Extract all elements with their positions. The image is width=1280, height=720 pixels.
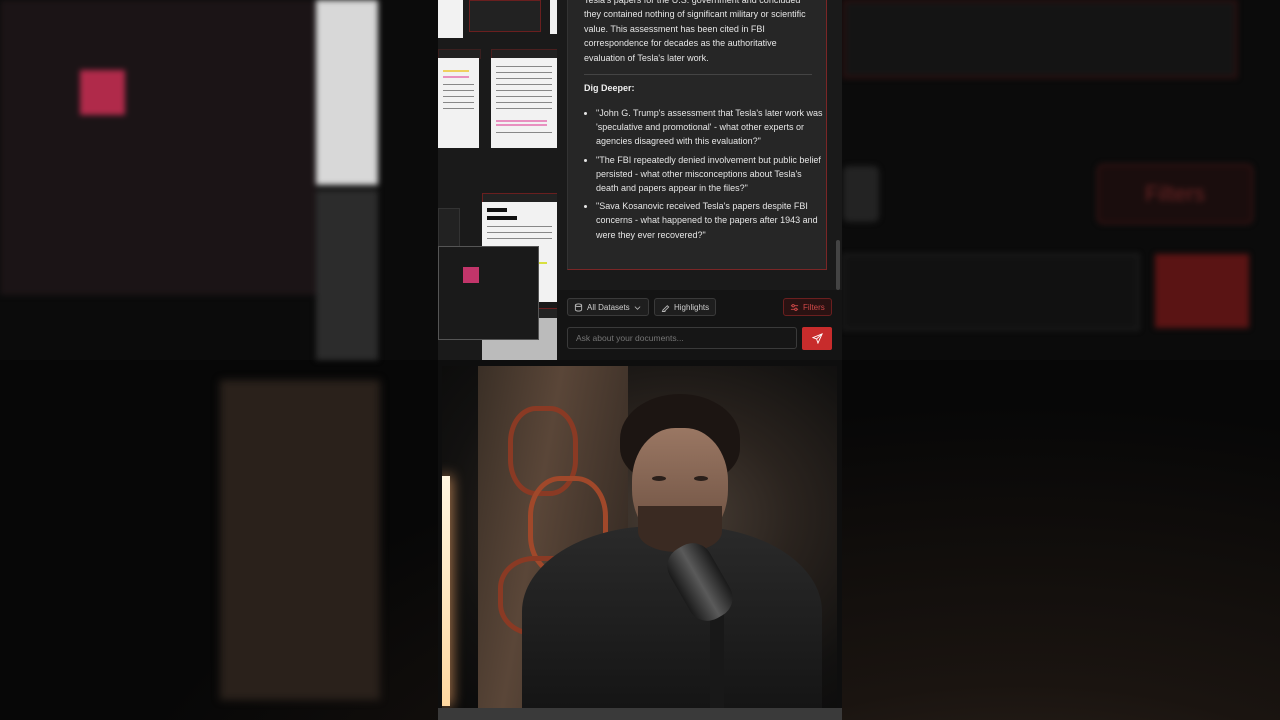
dig-deeper-list: "John G. Trump's assessment that Tesla's… [584,106,826,246]
datasets-label: All Datasets [587,302,630,312]
document-thumbnail[interactable] [438,208,460,250]
document-thumbnail[interactable] [438,58,479,148]
chat-input[interactable] [567,327,797,349]
document-thumbnail[interactable] [491,58,557,148]
background-send-button [1155,254,1249,328]
chat-toolbar: All Datasets Highlights Filters [557,290,842,360]
background-document-page [316,0,378,185]
minimized-window[interactable] [438,246,539,340]
background-input [843,254,1139,330]
main-column: Tesla's papers for the U.S. government a… [438,0,842,720]
chat-panel: Tesla's papers for the U.S. government a… [557,0,842,290]
document-thumbnail[interactable] [438,0,463,38]
highlights-label: Highlights [674,302,710,312]
database-icon [574,302,583,312]
document-thumbnail[interactable] [469,0,541,32]
send-button[interactable] [802,327,832,350]
webcam-video [442,366,837,708]
document-thumbnails [438,0,558,360]
filters-button[interactable]: Filters [783,298,832,316]
highlights-button[interactable]: Highlights [654,298,716,316]
chevron-down-icon [634,304,641,311]
background-answer-panel [843,0,1237,78]
answer-text: Tesla's papers for the U.S. government a… [584,0,806,63]
background-mural [220,380,380,700]
highlighter-icon [661,303,670,312]
background-filters-button: Filters [1097,164,1253,224]
sliders-icon [790,303,799,312]
background-highlight-box [80,70,125,115]
background-button [843,166,879,222]
person-eye [652,476,666,481]
highlight-marker [463,267,479,283]
send-icon [811,333,823,344]
datasets-dropdown[interactable]: All Datasets [567,298,649,316]
dig-deeper-question[interactable]: "Sava Kosanovic received Tesla's papers … [596,199,826,242]
dig-deeper-question[interactable]: "John G. Trump's assessment that Tesla's… [596,106,826,149]
person-beard [638,506,722,552]
filters-label: Filters [803,302,825,312]
bottom-strip [438,708,842,720]
background-document-page [316,190,378,360]
person-eye [694,476,708,481]
divider [584,74,812,75]
answer-card: Tesla's papers for the U.S. government a… [567,0,827,270]
scrollbar[interactable] [836,240,840,290]
dig-deeper-question[interactable]: "The FBI repeatedly denied involvement b… [596,153,826,196]
dig-deeper-title: Dig Deeper: [584,83,635,93]
light-bar [442,476,450,706]
microphone-stand [710,606,724,708]
background-thumbnail [0,0,316,295]
